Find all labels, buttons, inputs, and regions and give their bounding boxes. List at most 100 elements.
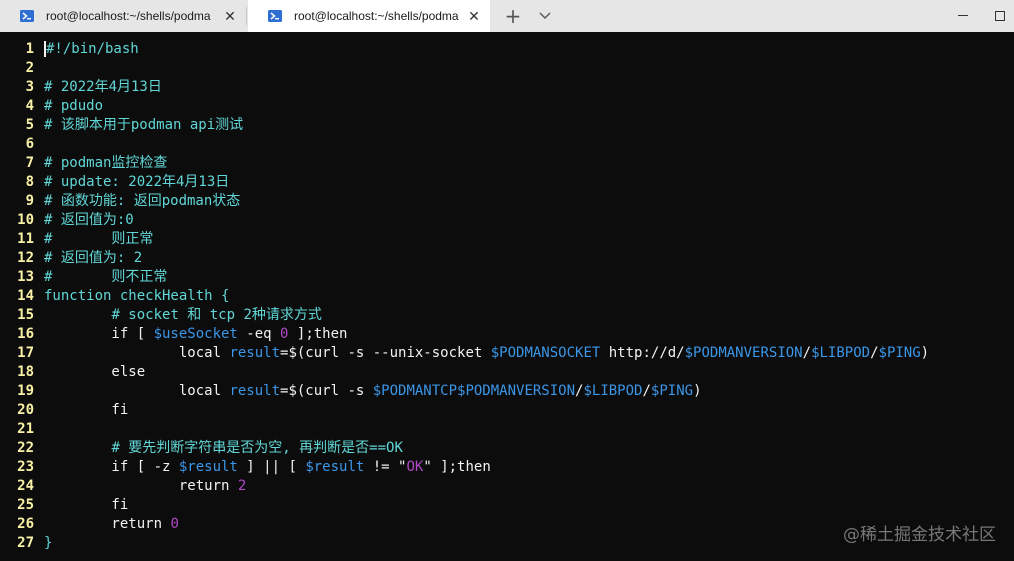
code-token: # 2022年4月13日 [44,79,162,95]
editor-line: 20 fi [0,401,1014,420]
line-code: # 返回值为:0 [44,211,134,230]
line-number: 4 [25,98,34,114]
line-number: 22 [17,440,34,456]
editor-line: 3 # 2022年4月13日 [0,78,1014,97]
code-token: function checkHealth { [44,288,230,304]
line-number: 14 [17,288,34,304]
line-code: # 该脚本用于podman api测试 [44,116,243,135]
code-token: / [802,345,812,361]
line-code: # podman监控检查 [44,154,167,173]
tab-terminal-1[interactable]: root@localhost:~/shells/podma ✕ [0,0,246,32]
editor-line: 9 # 函数功能: 返回podman状态 [0,192,1014,211]
line-number: 9 [25,193,34,209]
line-number: 13 [17,269,34,285]
line-number: 3 [25,79,34,95]
code-token: # pdudo [44,98,104,114]
code-token: else [44,364,146,380]
line-number: 2 [25,60,34,76]
code-token: result [229,345,281,361]
code-token: $PING [878,345,921,361]
line-code: #!/bin/bash [44,40,139,59]
editor-line: 7 # podman监控检查 [0,154,1014,173]
maximize-button[interactable] [986,0,1014,32]
line-number: 19 [17,383,34,399]
code-token: local [44,383,230,399]
terminal-pane[interactable]: 1 #!/bin/bash 2 3 # 2022年4月13日 4 # pdudo 5 # 该脚本… [0,32,1014,561]
editor-line: 14 function checkHealth { [0,287,1014,306]
line-number: 5 [25,117,34,133]
line-code: if [ $useSocket -eq 0 ];then [44,325,347,344]
minimize-button[interactable] [940,0,986,32]
tab-divider [246,7,247,25]
editor-line: 21 [0,420,1014,439]
chevron-down-icon[interactable] [532,4,558,28]
maximize-icon [995,11,1005,21]
code-token: # 返回值为:0 [44,212,134,228]
line-number: 24 [17,478,34,494]
line-code: # pdudo [44,97,103,116]
line-code: fi [44,401,128,420]
line-number: 27 [17,535,34,551]
editor-line: 12 # 返回值为: 2 [0,249,1014,268]
line-number: 26 [17,516,34,532]
line-code: fi [44,496,128,515]
line-number: 15 [17,307,34,323]
powershell-icon [20,10,34,22]
editor-line: 4 # pdudo [0,97,1014,116]
code-token: #!/bin/bash [46,41,139,57]
editor-line: 23 if [ -z $result ] || [ $result != "OK… [0,458,1014,477]
close-icon[interactable]: ✕ [464,6,484,26]
editor-line: 22 # 要先判断字符串是否为空, 再判断是否==OK [0,439,1014,458]
code-token: $LIBPOD [583,383,643,399]
line-code: return 2 [44,477,246,496]
line-number: 16 [17,326,34,342]
code-token: ) [693,383,702,399]
code-token: -eq [237,326,281,342]
editor-line: 15 # socket 和 tcp 2种请求方式 [0,306,1014,325]
code-token: =$(curl -s [280,383,373,399]
line-number: 10 [17,212,34,228]
line-code: return 0 [44,515,178,534]
line-number: 7 [25,155,34,171]
code-token: ] || [ [237,459,306,475]
code-token: $useSocket [153,326,238,342]
close-icon[interactable]: ✕ [220,6,240,26]
line-code: # socket 和 tcp 2种请求方式 [44,306,321,325]
line-code: local result=$(curl -s --unix-socket $PO… [44,344,929,363]
line-code: # 要先判断字符串是否为空, 再判断是否==OK [44,439,402,458]
editor-line: 11 # 则正常 [0,230,1014,249]
code-token: # update: 2022年4月13日 [44,174,230,190]
tab-label: root@localhost:~/shells/podma [294,9,459,23]
editor-line: 13 # 则不正常 [0,268,1014,287]
line-code: # 函数功能: 返回podman状态 [44,192,240,211]
line-number: 11 [17,231,34,247]
code-token: if [ -z [44,459,179,475]
editor-line: 1 #!/bin/bash [0,40,1014,59]
new-tab-button[interactable]: + [500,4,526,28]
line-number: 1 [25,41,34,57]
line-number: 18 [17,364,34,380]
line-code: function checkHealth { [44,287,229,306]
line-number: 17 [17,345,34,361]
code-token: # 函数功能: 返回podman状态 [44,193,241,209]
minimize-icon [958,15,968,16]
code-token: fi [44,497,129,513]
line-number: 8 [25,174,34,190]
code-token: # 返回值为: 2 [44,250,143,266]
line-code: # 则不正常 [44,268,167,287]
tab-bar: root@localhost:~/shells/podma ✕ root@loc… [0,0,1014,32]
line-code: else [44,363,145,382]
tab-label: root@localhost:~/shells/podma [46,9,211,23]
tab-terminal-2[interactable]: root@localhost:~/shells/podma ✕ [248,0,490,32]
line-number: 6 [25,136,34,152]
line-code: # 则正常 [44,230,153,249]
editor-line: 18 else [0,363,1014,382]
editor-line: 5 # 该脚本用于podman api测试 [0,116,1014,135]
editor-line: 16 if [ $useSocket -eq 0 ];then [0,325,1014,344]
code-token: ];then [288,326,348,342]
line-code: } [44,534,52,553]
editor-line: 6 [0,135,1014,154]
code-token: " ];then [423,459,491,475]
